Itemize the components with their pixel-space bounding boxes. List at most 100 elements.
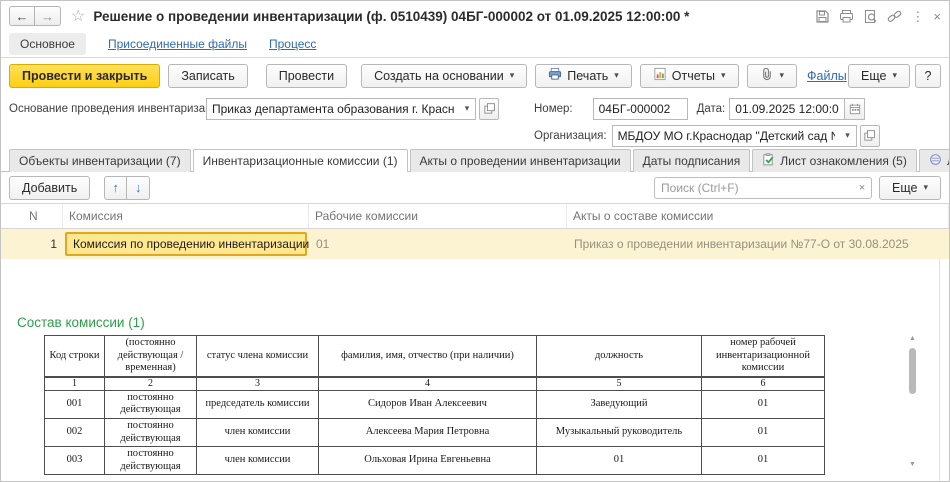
section-nav: Основное Присоединенные файлы Процесс: [1, 31, 949, 58]
organization-combo[interactable]: ▾: [612, 125, 857, 147]
header-acts: Акты о составе комиссии: [567, 204, 949, 228]
cell-row-code[interactable]: 003: [45, 447, 105, 475]
open-icon: [483, 102, 496, 115]
nav-process[interactable]: Процесс: [269, 37, 316, 51]
write-button[interactable]: Записать: [168, 64, 247, 88]
basis-input[interactable]: [207, 99, 459, 119]
dropdown-arrow-icon[interactable]: ▾: [459, 103, 475, 114]
dropdown-arrow-icon[interactable]: ▾: [840, 130, 856, 141]
cell-working-number[interactable]: 01: [702, 418, 825, 446]
reports-button[interactable]: Отчеты ▾: [640, 64, 739, 88]
paperclip-icon: [760, 67, 774, 84]
cell-position[interactable]: 01: [537, 447, 702, 475]
composition-title: Состав комиссии (1): [17, 315, 949, 333]
calendar-button[interactable]: [845, 98, 865, 120]
files-link[interactable]: Файлы: [807, 69, 847, 83]
cell-commission-type[interactable]: постоянно действующая: [105, 447, 197, 475]
post-button[interactable]: Провести: [266, 64, 347, 88]
organization-row: Организация: ▾: [1, 122, 949, 149]
table-row[interactable]: 1 Комиссия по проведению инвентаризации …: [1, 229, 949, 259]
print-preview-icon[interactable]: [839, 9, 854, 24]
search-input[interactable]: [655, 181, 853, 195]
tab-inventory-objects[interactable]: Объекты инвентаризации (7): [9, 149, 191, 172]
col-number: 6: [702, 377, 825, 391]
grid-toolbar: Добавить ↑ ↓ × Еще ▾: [1, 172, 949, 203]
search-box: ×: [654, 177, 872, 199]
acts-cell[interactable]: Приказ о проведении инвентаризации №77-О…: [567, 237, 949, 251]
move-down-button[interactable]: ↓: [127, 176, 150, 200]
nav-attached-files[interactable]: Присоединенные файлы: [108, 37, 247, 51]
number-input[interactable]: [593, 98, 688, 120]
command-bar: Провести и закрыть Записать Провести Соз…: [1, 58, 949, 93]
print-button[interactable]: Печать ▾: [535, 64, 631, 88]
post-and-close-button[interactable]: Провести и закрыть: [9, 64, 160, 88]
comp-header: (постоянно действующая / временная): [105, 336, 197, 377]
cell-full-name[interactable]: Сидоров Иван Алексеевич: [319, 390, 537, 418]
cell-member-status[interactable]: председатель комиссии: [197, 390, 319, 418]
forward-icon: →: [41, 9, 54, 24]
dropdown-arrow-icon: ▾: [721, 70, 726, 81]
cell-working-number[interactable]: 01: [702, 390, 825, 418]
cell-row-code[interactable]: 002: [45, 418, 105, 446]
report-chart-icon: [653, 67, 667, 84]
preview-document-icon[interactable]: [863, 9, 878, 24]
organization-open-button[interactable]: [860, 125, 880, 147]
selected-commission-cell[interactable]: Комиссия по проведению инвентаризации: [65, 232, 307, 256]
save-icon[interactable]: [815, 9, 830, 24]
add-button[interactable]: Добавить: [9, 176, 90, 200]
cell-position[interactable]: Заведующий: [537, 390, 702, 418]
forward-button[interactable]: →: [35, 6, 61, 26]
cell-full-name[interactable]: Ольховая Ирина Евгеньевна: [319, 447, 537, 475]
cell-full-name[interactable]: Алексеева Мария Петровна: [319, 418, 537, 446]
tab-inventory-acts[interactable]: Акты о проведении инвентаризации: [410, 149, 631, 172]
scrollbar-thumb[interactable]: [909, 348, 916, 394]
tab-inventory-commissions[interactable]: Инвентаризационные комиссии (1): [193, 149, 408, 172]
search-clear-icon[interactable]: ×: [853, 182, 871, 194]
organization-input[interactable]: [613, 126, 840, 146]
comp-header: должность: [537, 336, 702, 377]
cell-position[interactable]: Музыкальный руководитель: [537, 418, 702, 446]
help-button[interactable]: ?: [915, 64, 941, 88]
table-row[interactable]: 002 постоянно действующая член комиссии …: [45, 418, 825, 446]
nav-main[interactable]: Основное: [9, 33, 86, 55]
date-label: Дата:: [697, 103, 726, 115]
approval-circle-icon: [929, 153, 942, 169]
grid-more-button[interactable]: Еще ▾: [879, 176, 941, 200]
vertical-scrollbar[interactable]: ▲ ▼: [906, 335, 919, 468]
document-tabs: Объекты инвентаризации (7) Инвентаризаци…: [1, 149, 949, 172]
cell-member-status[interactable]: член комиссии: [197, 447, 319, 475]
back-button[interactable]: ←: [9, 6, 35, 26]
tab-approval-sheet[interactable]: Лист согласования: [919, 149, 950, 172]
cell-row-code[interactable]: 001: [45, 390, 105, 418]
table-row[interactable]: 003 постоянно действующая член комиссии …: [45, 447, 825, 475]
more-button[interactable]: Еще ▾: [848, 64, 910, 88]
close-icon[interactable]: ×: [933, 10, 941, 23]
dropdown-arrow-icon: ▾: [510, 70, 515, 81]
grid-header: N Комиссия Рабочие комиссии Акты о соста…: [1, 203, 949, 229]
basis-combo[interactable]: ▾: [206, 98, 476, 120]
row-number-cell[interactable]: 1: [1, 237, 63, 251]
history-nav: ← →: [9, 6, 61, 26]
header-working-commissions: Рабочие комиссии: [309, 204, 567, 228]
tab-signing-dates[interactable]: Даты подписания: [633, 149, 751, 172]
attach-button[interactable]: ▾: [747, 64, 798, 88]
scroll-down-icon[interactable]: ▼: [906, 461, 919, 468]
cell-working-number[interactable]: 01: [702, 447, 825, 475]
printer-icon: [548, 67, 562, 84]
cell-commission-type[interactable]: постоянно действующая: [105, 390, 197, 418]
cell-commission-type[interactable]: постоянно действующая: [105, 418, 197, 446]
move-up-button[interactable]: ↑: [104, 176, 127, 200]
composition-number-row: 1 2 3 4 5 6: [45, 377, 825, 391]
favorite-star-icon[interactable]: ☆: [71, 6, 85, 26]
create-on-basis-button[interactable]: Создать на основании ▾: [361, 64, 527, 88]
table-row[interactable]: 001 постоянно действующая председатель к…: [45, 390, 825, 418]
scroll-up-icon[interactable]: ▲: [906, 335, 919, 342]
date-input[interactable]: [729, 98, 845, 120]
more-menu-icon[interactable]: ⋮: [911, 10, 924, 23]
cell-member-status[interactable]: член комиссии: [197, 418, 319, 446]
link-icon[interactable]: [887, 9, 902, 24]
col-number: 5: [537, 377, 702, 391]
tab-familiarization-sheet[interactable]: Лист ознакомления (5): [752, 149, 917, 172]
basis-open-button[interactable]: [479, 98, 499, 120]
working-commission-cell[interactable]: 01: [309, 237, 567, 251]
